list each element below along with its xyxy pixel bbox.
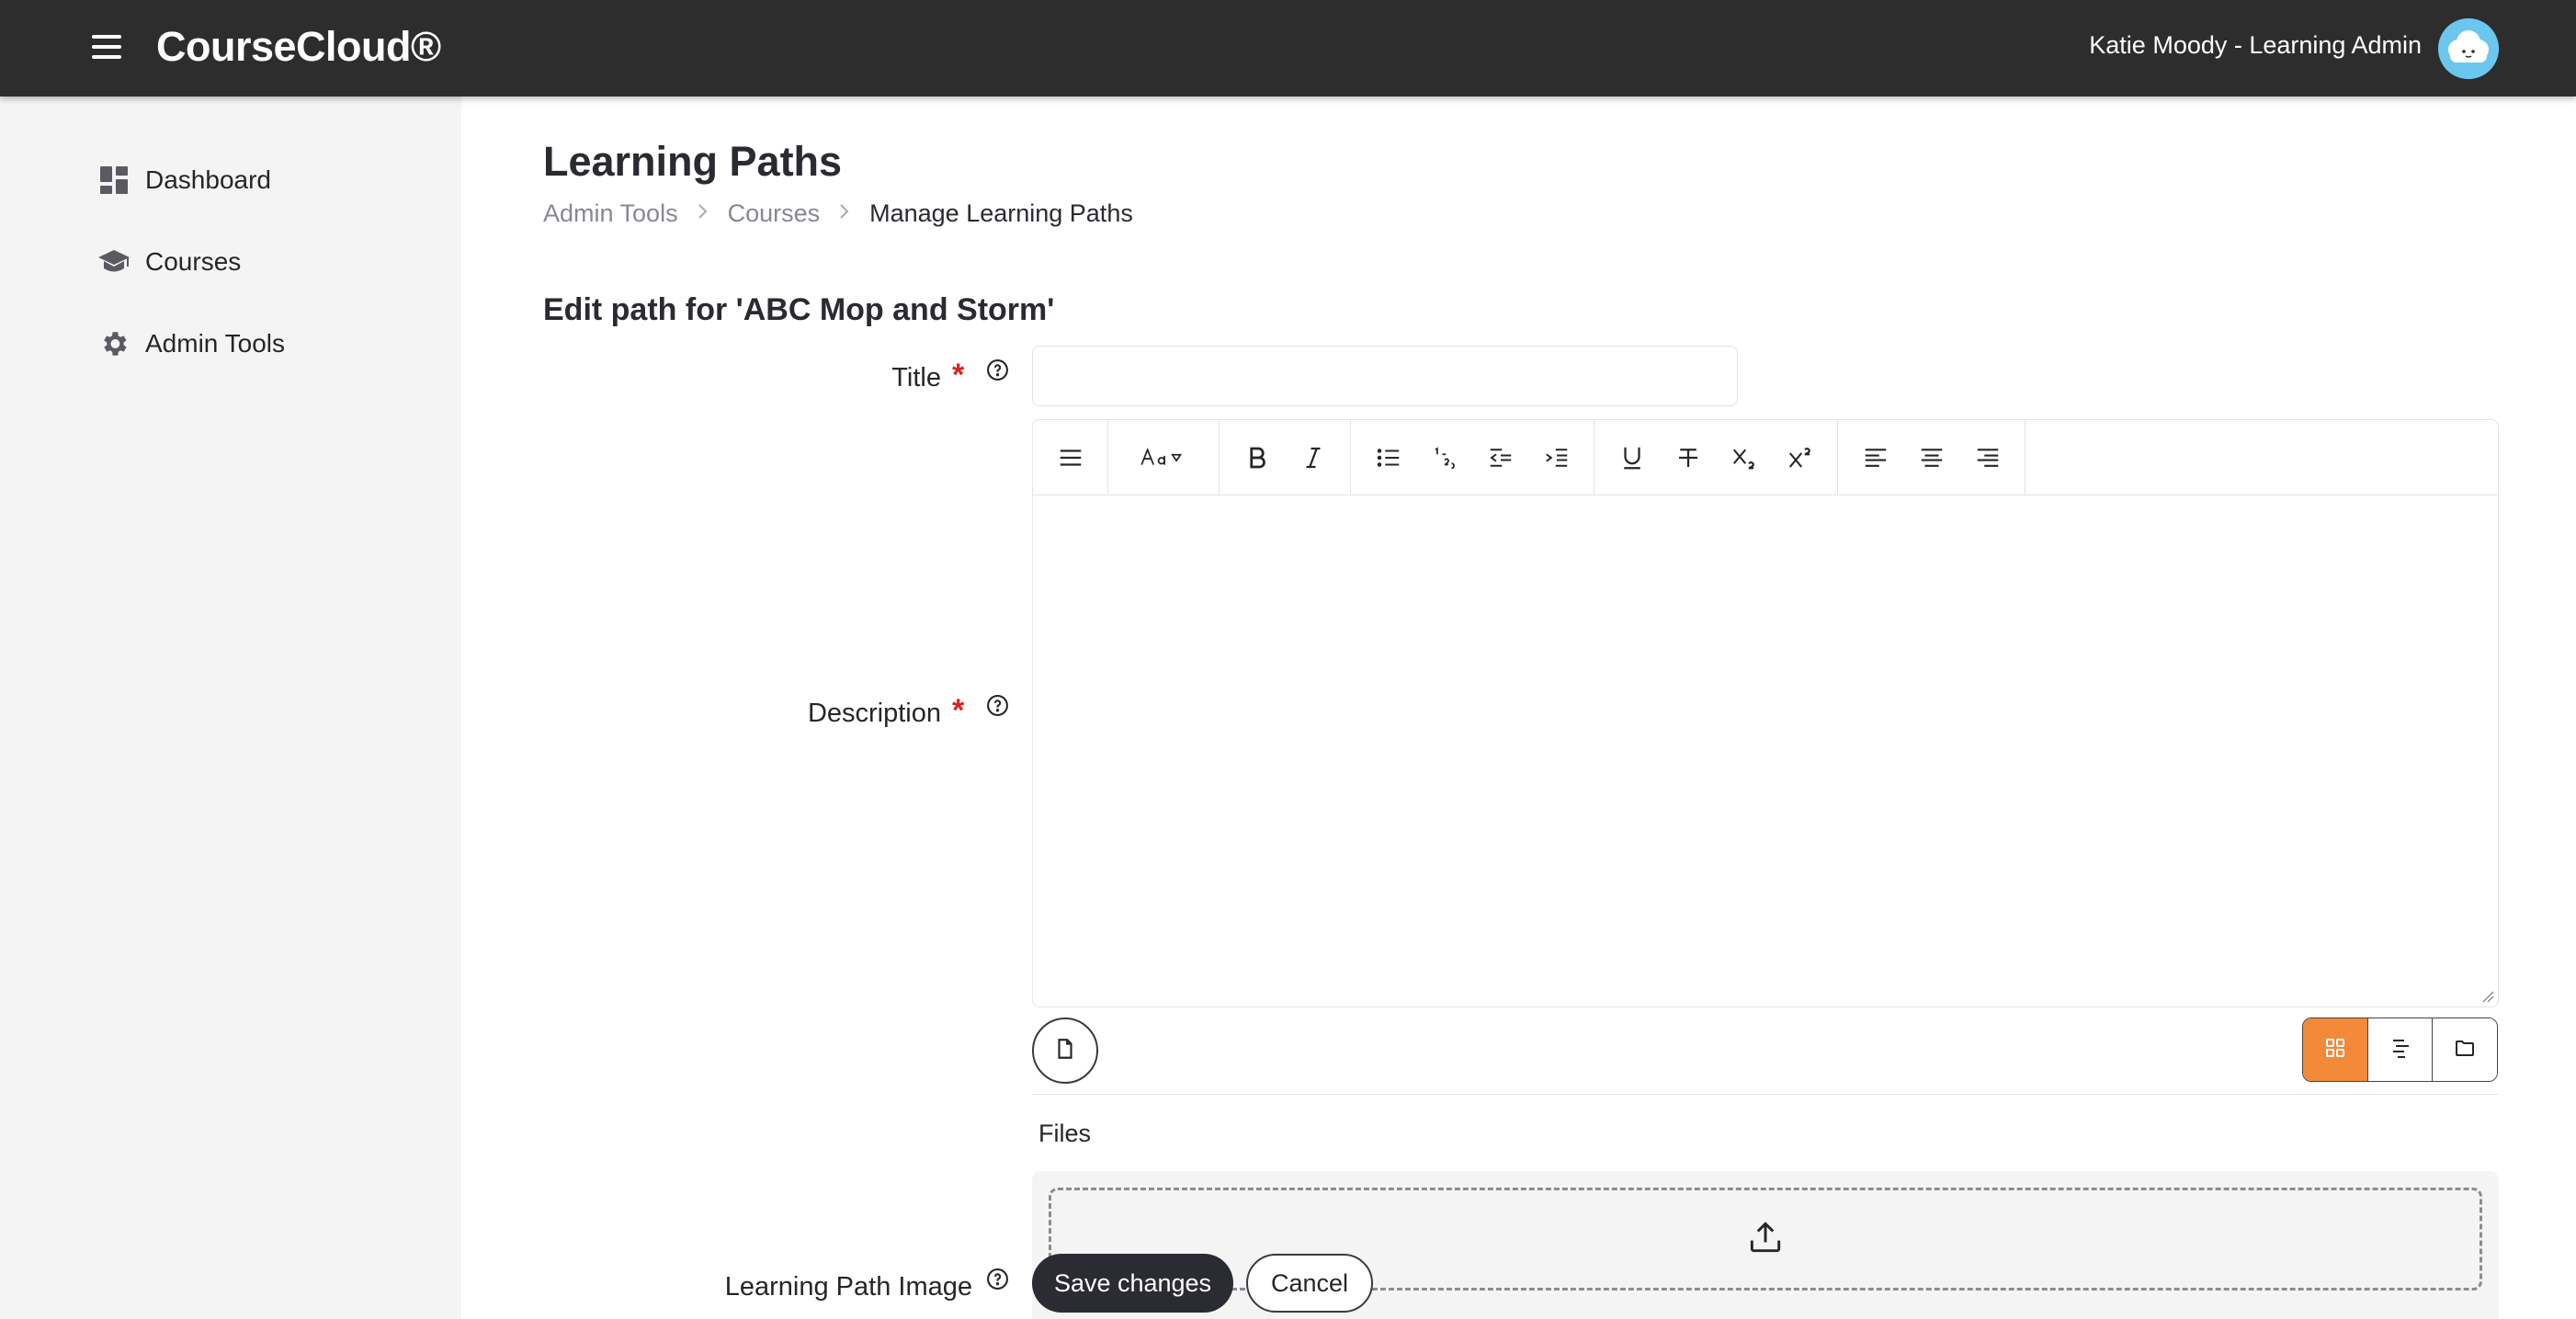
italic-icon[interactable]	[1285, 430, 1341, 485]
resize-handle-icon[interactable]	[2481, 990, 2494, 1003]
graduation-cap-icon	[97, 245, 131, 279]
hamburger-menu-icon[interactable]	[92, 35, 129, 63]
chevron-right-icon	[838, 201, 851, 227]
menu-icon[interactable]	[1042, 430, 1098, 485]
sidebar: Dashboard Courses Admin Tools	[0, 97, 461, 1319]
title-label: Title	[891, 363, 941, 392]
help-icon[interactable]	[986, 694, 1009, 717]
divider	[1032, 1094, 2499, 1095]
user-name[interactable]: Katie Moody - Learning Admin	[2089, 31, 2422, 60]
required-mark: *	[952, 693, 965, 728]
align-right-icon[interactable]	[1959, 430, 2015, 485]
cancel-button[interactable]: Cancel	[1246, 1254, 1373, 1313]
chevron-right-icon	[697, 201, 709, 227]
brand-logo[interactable]: CourseCloud®	[156, 23, 441, 71]
grid-view-button[interactable]	[2303, 1018, 2367, 1081]
description-editor-area[interactable]	[1033, 495, 2498, 1006]
underline-icon[interactable]	[1604, 430, 1660, 485]
sidebar-item-dashboard[interactable]: Dashboard	[97, 157, 271, 203]
breadcrumb-courses[interactable]: Courses	[728, 199, 821, 228]
avatar[interactable]	[2438, 18, 2499, 79]
sidebar-item-label: Admin Tools	[145, 329, 286, 358]
list-view-button[interactable]	[2366, 1018, 2433, 1081]
files-label: Files	[1038, 1120, 1092, 1147]
outdent-icon[interactable]	[1472, 430, 1528, 485]
file-icon	[1053, 1037, 1077, 1065]
breadcrumb-current: Manage Learning Paths	[869, 199, 1133, 227]
font-size-icon[interactable]	[1118, 430, 1209, 485]
attach-file-button[interactable]	[1032, 1018, 1098, 1084]
sidebar-item-label: Courses	[145, 247, 242, 276]
breadcrumb-admin-tools[interactable]: Admin Tools	[543, 199, 678, 228]
rich-text-editor	[1032, 419, 2499, 1007]
dashboard-icon	[97, 164, 131, 197]
help-icon[interactable]	[986, 358, 1009, 381]
title-input[interactable]	[1032, 346, 1738, 406]
upload-icon	[1745, 1217, 1786, 1262]
editor-toolbar	[1033, 420, 2498, 495]
view-toggle	[2302, 1018, 2498, 1082]
help-icon[interactable]	[986, 1268, 1009, 1291]
superscript-icon[interactable]	[1772, 430, 1828, 485]
section-title: Edit path for 'ABC Mop and Storm'	[543, 292, 1055, 327]
learning-path-image-label: Learning Path Image	[724, 1272, 972, 1302]
breadcrumb: Admin Tools Courses Manage Learning Path…	[543, 199, 1133, 228]
save-changes-button[interactable]: Save changes	[1032, 1254, 1233, 1313]
required-mark: *	[952, 358, 965, 392]
page-title: Learning Paths	[543, 138, 843, 185]
sidebar-item-courses[interactable]: Courses	[97, 239, 241, 285]
bullet-list-icon[interactable]	[1360, 430, 1416, 485]
sidebar-item-label: Dashboard	[145, 165, 271, 194]
list-icon	[2389, 1037, 2411, 1063]
folder-icon	[2454, 1037, 2476, 1063]
description-label: Description	[807, 699, 941, 728]
sidebar-item-admin-tools[interactable]: Admin Tools	[97, 321, 285, 367]
align-left-icon[interactable]	[1847, 430, 1903, 485]
folder-view-button[interactable]	[2432, 1018, 2497, 1081]
strikethrough-icon[interactable]	[1660, 430, 1716, 485]
gear-icon	[97, 327, 131, 360]
subscript-icon[interactable]	[1716, 430, 1772, 485]
numbered-list-icon[interactable]	[1416, 430, 1472, 485]
bold-icon[interactable]	[1229, 430, 1285, 485]
align-center-icon[interactable]	[1903, 430, 1959, 485]
top-bar: CourseCloud® Katie Moody - Learning Admi…	[0, 0, 2576, 97]
grid-icon	[2324, 1037, 2346, 1063]
indent-icon[interactable]	[1528, 430, 1584, 485]
